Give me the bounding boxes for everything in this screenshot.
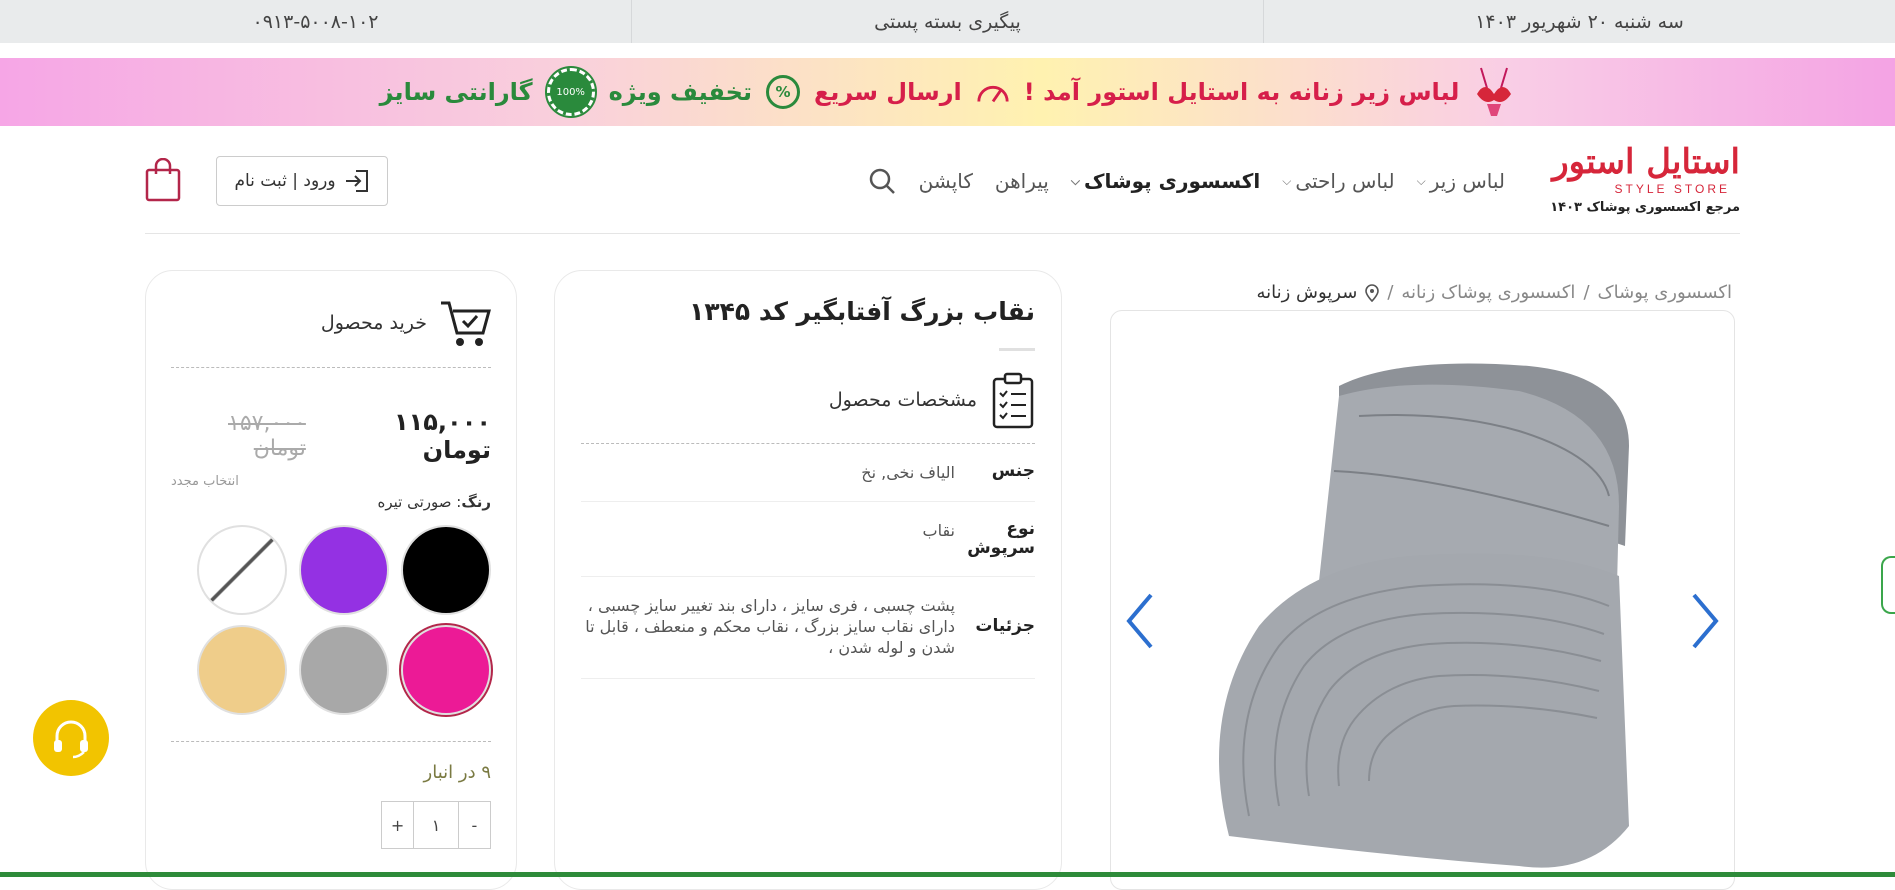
guarantee-seal-icon: 100% bbox=[547, 68, 595, 116]
location-pin-icon bbox=[1365, 284, 1379, 302]
site-logo[interactable]: استایل استور STYLE STORE مرجع اکسسوری پو… bbox=[1525, 142, 1740, 222]
speedometer-icon bbox=[976, 75, 1010, 109]
chevron-down-icon: ⌵ bbox=[1071, 174, 1080, 189]
color-swatch-black[interactable] bbox=[401, 525, 491, 615]
spec-row: نوع سرپوش نقاب bbox=[581, 502, 1035, 577]
sale-price: ۱۱۵,۰۰۰ تومان bbox=[320, 408, 491, 464]
stock-status: ۹ در انبار bbox=[171, 741, 491, 783]
login-button[interactable]: ورود | ثبت نام bbox=[216, 156, 388, 206]
spec-value: نقاب bbox=[581, 520, 985, 558]
spec-key: جزئیات bbox=[985, 617, 1035, 636]
top-info-bar: ۰۹۱۳-۵۰۰۸-۱۰۲ پیگیری بسته پستی سه شنبه ۲… bbox=[0, 0, 1895, 43]
logo-tagline: مرجع اکسسوری پوشاک ۱۴۰۳ bbox=[1550, 200, 1740, 215]
product-gallery bbox=[1110, 310, 1735, 890]
color-swatch-gray[interactable] bbox=[299, 625, 389, 715]
side-widget-tab[interactable] bbox=[1881, 556, 1895, 614]
nav-item-shirt[interactable]: پیراهن bbox=[995, 169, 1049, 193]
breadcrumb-current: سرپوش زنانه bbox=[1256, 282, 1357, 303]
spec-row: جنس الیاف نخی, نخ bbox=[581, 444, 1035, 502]
price-block: ۱۱۵,۰۰۰ تومان ۱۵۷,۰۰۰ تومان bbox=[171, 408, 491, 464]
logo-english: STYLE STORE bbox=[1615, 182, 1730, 196]
fast-shipping-text: ارسال سریع bbox=[814, 78, 962, 106]
breadcrumb: اکسسوری پوشاک / اکسسوری پوشاک زنانه / سر… bbox=[1256, 282, 1732, 303]
color-swatches bbox=[171, 525, 491, 715]
phone-number[interactable]: ۰۹۱۳-۵۰۰۸-۱۰۲ bbox=[0, 0, 632, 43]
specs-title: مشخصات محصول bbox=[829, 389, 977, 411]
nav-item-underwear[interactable]: لباس زیر⌵ bbox=[1417, 169, 1505, 193]
quantity-value[interactable]: ۱ bbox=[413, 802, 459, 848]
logo-brand: استایل استور bbox=[1552, 142, 1740, 182]
purchase-title: خرید محصول bbox=[321, 312, 427, 334]
banner-headline: لباس زیر زنانه به استایل استور آمد ! bbox=[1024, 78, 1460, 106]
breadcrumb-item[interactable]: اکسسوری پوشاک زنانه bbox=[1401, 282, 1575, 303]
purchase-card: خرید محصول ۱۱۵,۰۰۰ تومان ۱۵۷,۰۰۰ تومان ا… bbox=[145, 270, 517, 890]
purchase-header: خرید محصول bbox=[171, 297, 491, 368]
color-swatch-white-none[interactable] bbox=[197, 525, 287, 615]
color-swatch-dark-pink[interactable] bbox=[401, 625, 491, 715]
specs-header: مشخصات محصول bbox=[581, 371, 1035, 444]
quantity-stepper[interactable]: + ۱ - bbox=[381, 801, 491, 849]
color-label: رنگ: صورتی تیره bbox=[171, 493, 491, 511]
title-divider bbox=[999, 348, 1035, 351]
size-guarantee-text: گارانتی سایز bbox=[380, 78, 533, 106]
nav-item-jacket[interactable]: کاپشن bbox=[919, 169, 973, 193]
product-title: نقاب بزرگ آفتابگیر کد ۱۳۴۵ bbox=[581, 297, 1035, 326]
product-info-card: نقاب بزرگ آفتابگیر کد ۱۳۴۵ مشخصات محصول … bbox=[554, 270, 1062, 890]
chevron-down-icon: ⌵ bbox=[1417, 174, 1426, 189]
spec-value: الیاف نخی, نخ bbox=[581, 462, 985, 483]
login-label: ورود | ثبت نام bbox=[234, 171, 335, 191]
support-chat-button[interactable] bbox=[33, 700, 109, 776]
shopping-bag-icon[interactable] bbox=[145, 158, 181, 202]
main-nav: لباس زیر⌵ لباس راحتی⌵ اکسسوری پوشاک⌵ پیر… bbox=[867, 166, 1505, 196]
site-header: استایل استور STYLE STORE مرجع اکسسوری پو… bbox=[145, 130, 1740, 234]
nav-item-accessories[interactable]: اکسسوری پوشاک⌵ bbox=[1071, 169, 1260, 193]
login-icon bbox=[344, 169, 370, 193]
color-swatch-purple[interactable] bbox=[299, 525, 389, 615]
original-price: ۱۵۷,۰۰۰ تومان bbox=[171, 411, 306, 461]
color-swatch-beige[interactable] bbox=[197, 625, 287, 715]
product-image[interactable] bbox=[1189, 356, 1649, 886]
chevron-left-icon[interactable] bbox=[1125, 591, 1155, 651]
spec-key: جنس bbox=[985, 462, 1035, 483]
bottom-accent-line bbox=[0, 872, 1895, 877]
headset-icon bbox=[49, 716, 93, 760]
date-display: سه شنبه ۲۰ شهریور ۱۴۰۳ bbox=[1264, 0, 1895, 43]
cart-icon bbox=[439, 297, 491, 349]
lingerie-icon bbox=[1473, 64, 1515, 120]
nav-item-homewear[interactable]: لباس راحتی⌵ bbox=[1282, 169, 1394, 193]
reselect-link[interactable]: انتخاب مجدد bbox=[171, 474, 491, 489]
special-discount-text: تخفیف ویژه bbox=[609, 78, 752, 106]
chevron-down-icon: ⌵ bbox=[1282, 174, 1291, 189]
clipboard-checklist-icon bbox=[991, 371, 1035, 429]
decrease-button[interactable]: - bbox=[459, 802, 490, 848]
search-icon[interactable] bbox=[867, 166, 897, 196]
promo-banner[interactable]: لباس زیر زنانه به استایل استور آمد ! ارس… bbox=[0, 58, 1895, 126]
increase-button[interactable]: + bbox=[382, 802, 413, 848]
tracking-link[interactable]: پیگیری بسته پستی bbox=[632, 0, 1264, 43]
spec-key: نوع سرپوش bbox=[985, 520, 1035, 558]
chevron-right-icon[interactable] bbox=[1690, 591, 1720, 651]
spec-row: جزئیات پشت چسبی ، فری سایز ، دارای بند ت… bbox=[581, 577, 1035, 679]
percent-icon: % bbox=[766, 75, 800, 109]
breadcrumb-item[interactable]: اکسسوری پوشاک bbox=[1598, 282, 1732, 303]
spec-value: پشت چسبی ، فری سایز ، دارای بند تغییر سا… bbox=[581, 595, 985, 658]
